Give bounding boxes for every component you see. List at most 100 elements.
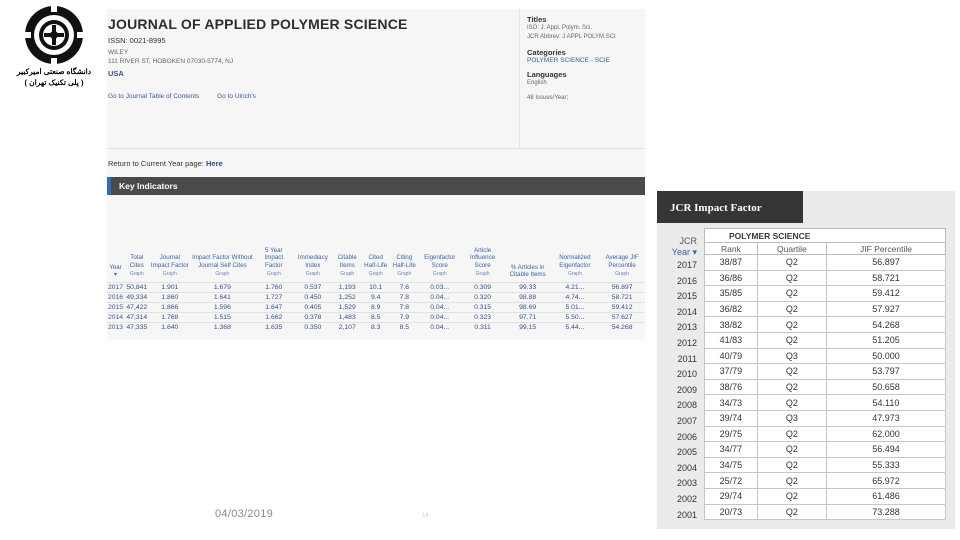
return-here-link[interactable]: Here	[206, 159, 223, 168]
indicator-cell: 10.1	[361, 281, 390, 292]
indicator-cell: 1.727	[254, 291, 293, 302]
titles-jcr-abbrev: JCR Abbrev: J APPL POLYM SCI	[527, 34, 616, 40]
graph-link[interactable]: Graph	[462, 271, 504, 279]
indicator-cell: 7.8	[389, 301, 419, 312]
percentile-cell: 53.797	[825, 363, 947, 380]
rank-cell: 38/82	[704, 316, 758, 333]
indicator-cell: 1.866	[149, 301, 191, 312]
percentile-cell: 51.205	[825, 331, 947, 349]
indicator-column-header[interactable]: Impact Factor Without Journal Self Cites…	[190, 196, 255, 282]
column-header-label: Cited Half-Life	[364, 254, 388, 269]
journal-publisher: WILEY 111 RIVER ST, HOBOKEN 07030-5774, …	[108, 48, 233, 66]
indicator-column-header[interactable]: Eigenfactor Score Graph	[419, 196, 461, 282]
indicator-cell: 8.9	[361, 301, 390, 312]
jcr-year-cell: 2004	[676, 462, 697, 473]
toc-link[interactable]: Go to Journal Table of Contents	[108, 93, 199, 100]
jcr-category-header[interactable]: POLYMER SCIENCE	[704, 228, 946, 243]
titles-heading: Titles	[527, 15, 547, 24]
graph-link[interactable]: Graph	[552, 271, 599, 279]
table-row: 37/79 Q2 53.797	[704, 363, 947, 380]
indicator-column-header[interactable]: Cited Half-Life Graph	[362, 196, 390, 282]
jcr-year-header[interactable]: JCR Year ▾	[659, 236, 697, 258]
indicator-column-header[interactable]: Article Influence Score Graph	[461, 196, 505, 282]
indicator-column-header[interactable]: Citing Half-Life Graph	[390, 196, 419, 282]
indicator-cell: 47,335	[124, 321, 150, 332]
indicator-cell: 0.311	[460, 321, 505, 332]
journal-title: JOURNAL OF APPLIED POLYMER SCIENCE	[108, 16, 408, 32]
percentile-cell: 54.110	[825, 394, 947, 411]
graph-link[interactable]: Graph	[391, 271, 418, 279]
table-row: 2014 47,314 1.768 1.515 1.662 0.378 1,483 8.5 7.…	[107, 311, 645, 322]
table-row: 2016 49,334 1.860 1.641 1.727 0.450 1,252 9.4 7.…	[107, 291, 645, 302]
jcr-year-cell: 2006	[676, 431, 697, 442]
indicator-column-header[interactable]: Citable Items Graph	[333, 196, 362, 282]
ulrich-link[interactable]: Go to Ulrich's	[217, 93, 256, 100]
rank-cell: 29/74	[704, 487, 758, 505]
indicator-cell: 0.378	[292, 311, 333, 322]
indicator-cell: 0.315	[460, 301, 505, 312]
indicator-cell: 54.268	[599, 321, 645, 332]
indicator-cell: 1.679	[190, 281, 255, 292]
year-cell: 2017	[107, 281, 125, 292]
indicator-cell: 1.640	[149, 321, 191, 332]
rank-cell: 34/75	[704, 456, 758, 474]
key-indicators-header-row: Year ▾ Total Cites Graph Journal Impact Fac…	[107, 196, 645, 282]
graph-link[interactable]: Graph	[191, 271, 254, 279]
jcr-year-cell: 2008	[676, 400, 697, 411]
indicator-cell: 98.88	[504, 291, 551, 302]
quartile-cell: Q2	[756, 456, 827, 474]
graph-link[interactable]: Graph	[363, 271, 389, 279]
indicator-cell: 1,193	[332, 281, 362, 292]
graph-link[interactable]: Graph	[256, 271, 292, 279]
sort-desc-icon[interactable]: ▾	[114, 271, 117, 278]
rank-cell: 39/74	[704, 409, 758, 427]
table-row: 34/73 Q2 54.110	[704, 394, 947, 411]
quartile-cell: Q2	[756, 472, 827, 489]
graph-link[interactable]: Graph	[334, 271, 361, 279]
column-header-label: Average JIF Percentile	[605, 254, 639, 269]
slide: دانشگاه صنعتی امیرکبیر ( پلی تکنیک تهران…	[0, 0, 960, 540]
rank-cell: 37/79	[704, 363, 758, 380]
graph-link[interactable]: Graph	[420, 271, 460, 279]
category-link[interactable]: POLYMER SCIENCE - SCIE	[527, 57, 645, 64]
quartile-cell: Q2	[756, 394, 827, 411]
indicator-cell: 0.03...	[418, 281, 461, 292]
jcr-column-header-row: Rank Quartile JIF Percentile	[704, 242, 947, 255]
university-seal-icon	[23, 4, 85, 66]
percentile-cell: 50.000	[825, 347, 947, 365]
jcr-year-cell: 2009	[676, 384, 697, 395]
table-row: 38/76 Q2 50.658	[704, 378, 947, 396]
table-row: 38/87 Q2 56.897	[704, 254, 947, 271]
graph-link[interactable]: Graph	[151, 271, 190, 279]
indicator-column-header[interactable]: Average JIF Percentile Graph	[599, 196, 645, 282]
indicator-cell: 1.368	[190, 321, 255, 332]
jcr-year-cell: 2005	[676, 447, 697, 458]
graph-link[interactable]: Graph	[294, 271, 332, 279]
jcr-year-cell: 2016	[676, 275, 697, 286]
indicator-column-header[interactable]: Total Cites Graph	[124, 196, 149, 282]
jcr-year-cell: 2011	[677, 353, 697, 364]
graph-link[interactable]: Graph	[125, 271, 148, 279]
graph-link[interactable]: Graph	[600, 271, 644, 279]
indicator-cell: 2,107	[332, 321, 362, 332]
table-row: 34/77 Q2 56.494	[704, 441, 947, 458]
year-column-header[interactable]: Year ▾	[107, 196, 124, 282]
indicator-column-header[interactable]: % Articles in Citable Items	[505, 196, 551, 282]
rank-cell: 35/85	[704, 285, 758, 302]
rank-cell: 36/86	[704, 269, 758, 287]
table-row: 2015 47,422 1.866 1.596 1.647 0.405 1,529 8.9 7.…	[107, 301, 645, 312]
indicator-cell: 98.69	[504, 301, 551, 312]
jcr-year-cell: 2013	[676, 322, 697, 333]
quartile-cell: Q2	[756, 269, 827, 287]
university-subname: ( پلی تکنیک تهران )	[24, 78, 84, 87]
indicator-cell: 0.323	[460, 311, 505, 322]
indicator-column-header[interactable]: 5 Year Impact Factor Graph	[255, 196, 293, 282]
indicator-column-header[interactable]: Journal Impact Factor Graph	[150, 196, 191, 282]
indicator-column-header[interactable]: Normalized Eigenfactor Graph	[551, 196, 600, 282]
indicator-cell: 5.50...	[550, 311, 600, 322]
indicator-column-header[interactable]: Immediacy Index Graph	[293, 196, 333, 282]
jcr-year-cell: 2001	[676, 509, 697, 520]
percentile-cell: 65.972	[825, 472, 947, 489]
sort-desc-icon[interactable]: ▾	[692, 247, 697, 257]
categories-heading: Categories	[527, 48, 566, 57]
